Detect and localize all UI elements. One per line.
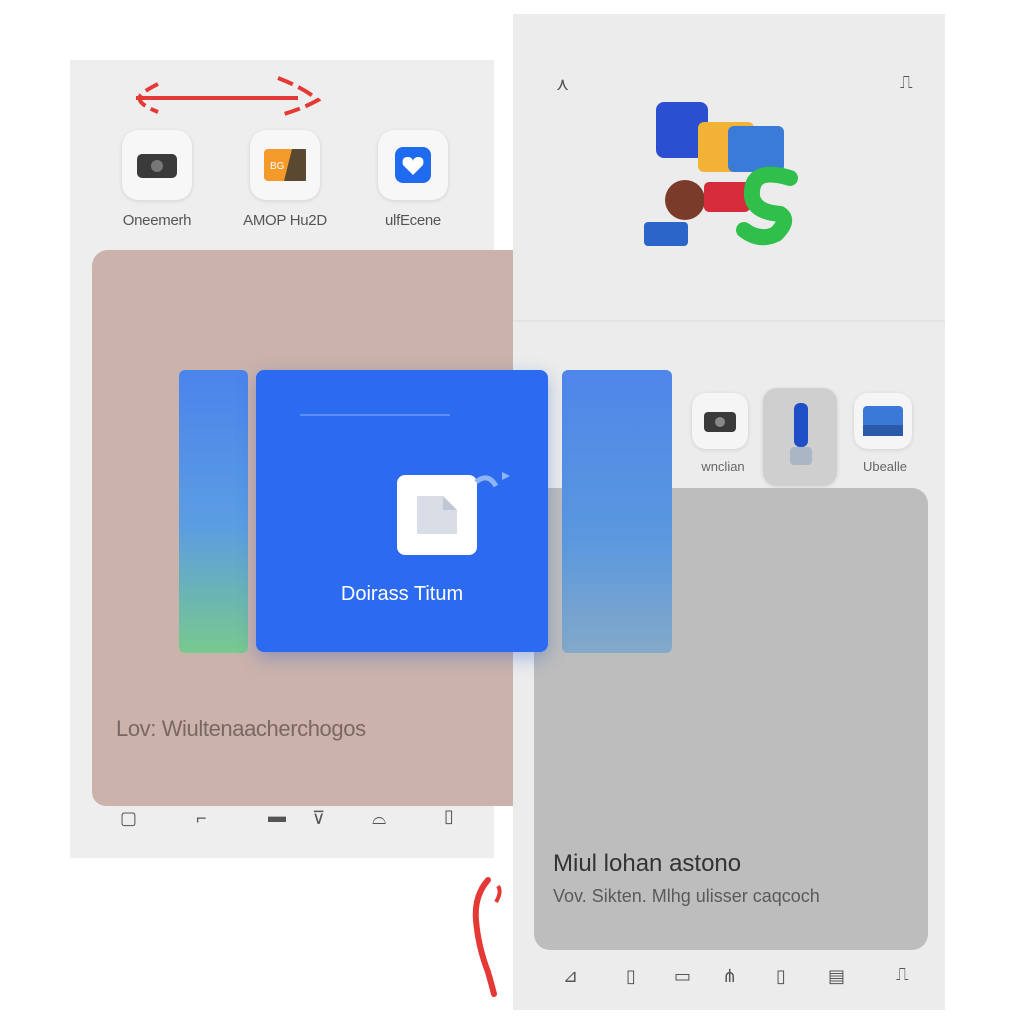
thumb-label: wnclian <box>701 459 745 474</box>
app-logo-cluster <box>644 102 798 246</box>
ruler-icon[interactable]: ⊿ <box>563 966 578 987</box>
sparkle-icon <box>474 472 510 488</box>
thumb-photo-selected[interactable] <box>763 388 837 486</box>
thumb-landscape[interactable] <box>854 393 912 449</box>
camera-icon <box>704 412 736 432</box>
camera-icon <box>137 154 177 178</box>
svg-text:BG: BG <box>270 161 285 172</box>
thumb-camera[interactable] <box>692 393 748 449</box>
page-icon[interactable]: ▢ <box>120 808 137 829</box>
top-divider <box>513 320 945 322</box>
carousel-card-right[interactable] <box>562 370 672 653</box>
person-icon[interactable]: ⋏ <box>556 74 569 95</box>
phone-icon[interactable]: ▯ <box>776 966 786 987</box>
card-top-line <box>300 414 450 416</box>
app-tile-photo[interactable]: BG <box>250 130 320 200</box>
bowl-icon[interactable]: ⌓ <box>372 808 386 829</box>
cup-icon[interactable]: ⎍ <box>896 964 909 985</box>
bag-icon[interactable]: ▭ <box>674 966 691 987</box>
figure-icon <box>790 403 812 465</box>
double-arrow-annotation <box>136 76 322 116</box>
calendar-icon[interactable]: ▤ <box>828 966 845 987</box>
app-label: ulfEcene <box>385 212 441 229</box>
pen-stroke-annotation <box>472 877 502 997</box>
thumb-label: Ubealle <box>862 459 908 474</box>
phone-icon[interactable]: ▯ <box>444 806 454 827</box>
card-caption: Lov: Wiultenaacherchogos <box>116 716 366 741</box>
bottle-icon[interactable]: ▯ <box>626 966 636 987</box>
card-title: Miul lohan astono <box>553 850 742 877</box>
app-tile-camera[interactable] <box>122 130 192 200</box>
document-icon <box>417 496 457 534</box>
folder-icon[interactable]: ▬ <box>268 806 286 827</box>
landscape-icon <box>863 406 903 436</box>
corner-icon[interactable]: ⌐ <box>196 808 207 829</box>
document-tile[interactable] <box>397 475 477 555</box>
bookmark-icon[interactable]: ⎍ <box>900 72 913 93</box>
cup-icon[interactable]: ⊽ <box>312 808 325 829</box>
app-label: Oneemerh <box>122 212 192 229</box>
people-icon[interactable]: ⋔ <box>722 966 737 987</box>
photo-icon: BG <box>264 149 306 181</box>
carousel-card-left[interactable] <box>179 370 248 653</box>
heart-icon <box>395 147 431 183</box>
app-label: AMOP Hu2D <box>243 212 327 229</box>
app-tile-heart[interactable] <box>378 130 448 200</box>
center-card-title: Doirass Titum <box>340 583 464 605</box>
card-subtitle: Vov. Sikten. Mlhg ulisser caqcoch <box>553 886 820 906</box>
